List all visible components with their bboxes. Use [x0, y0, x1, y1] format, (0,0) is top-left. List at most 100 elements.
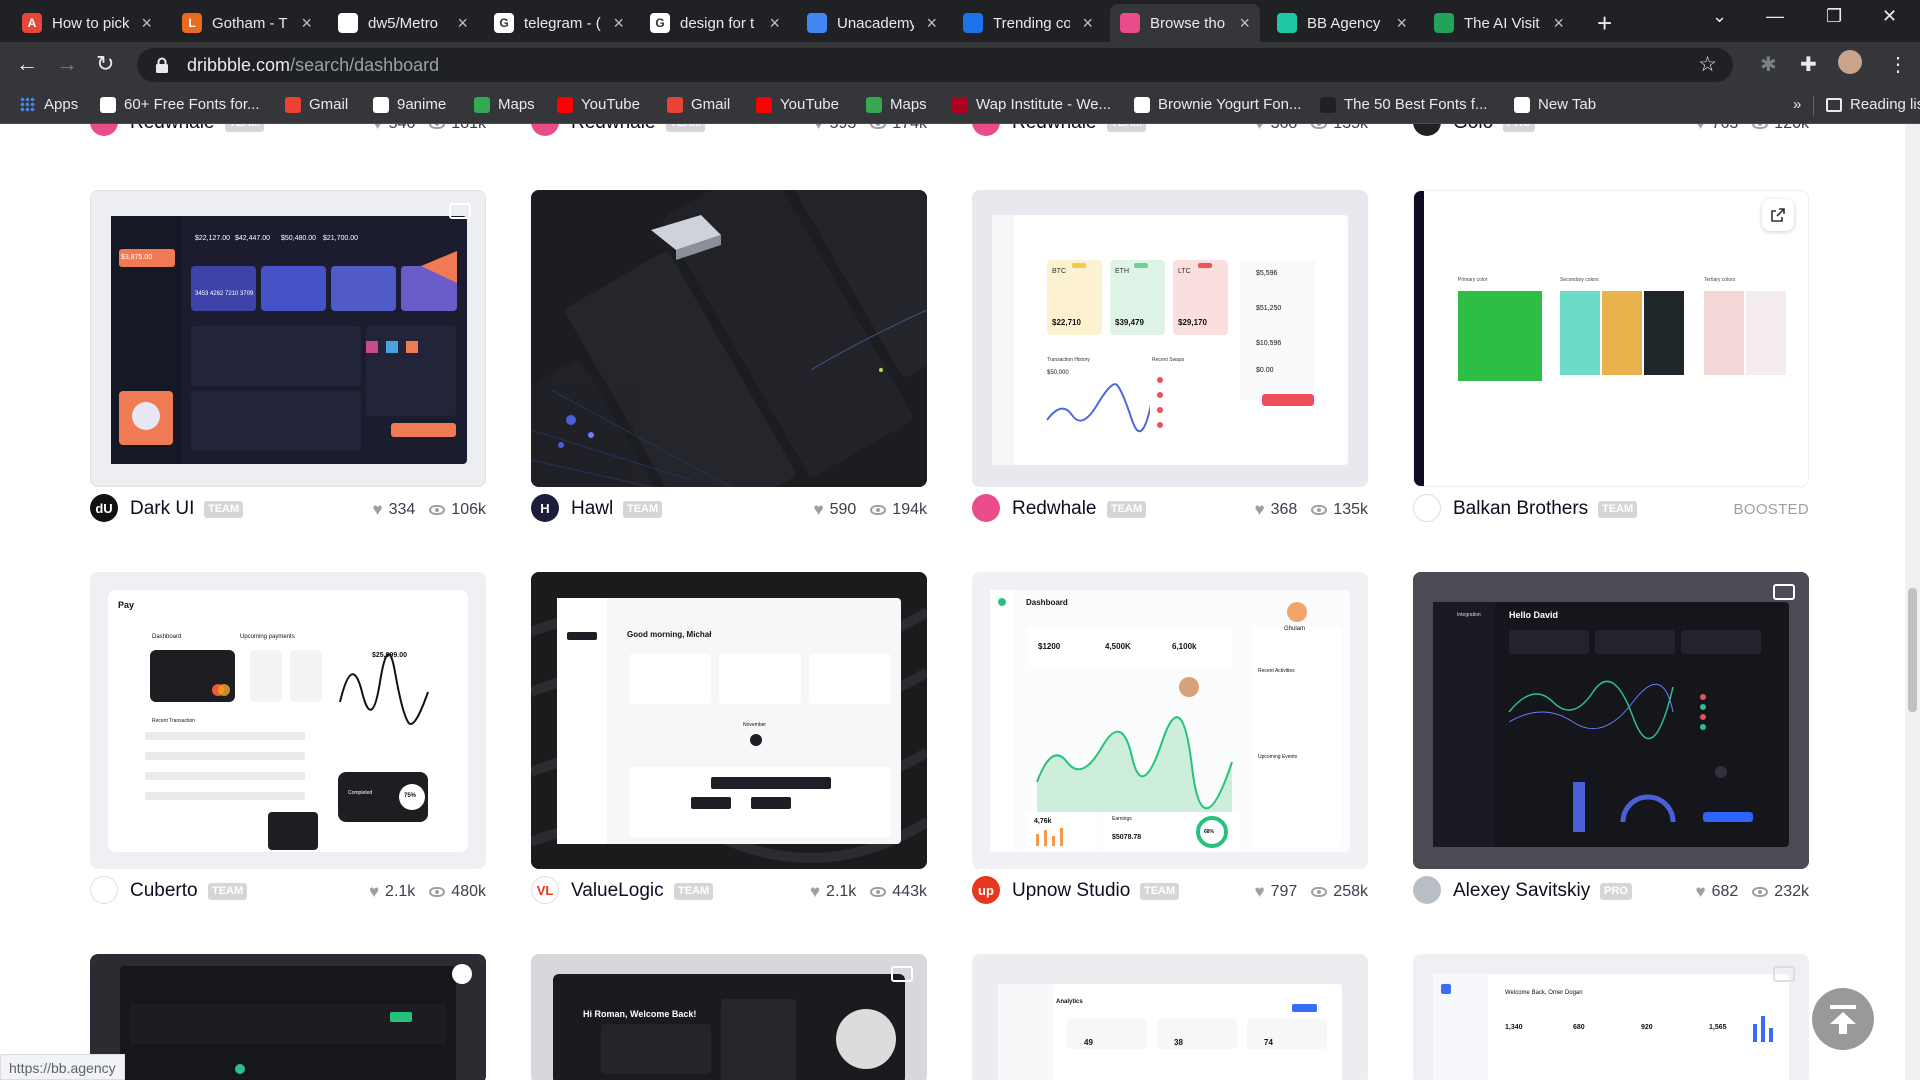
tab-search-chevron-icon[interactable]: ⌄: [1712, 6, 1727, 27]
author-avatar[interactable]: H: [531, 494, 559, 522]
author-avatar[interactable]: VL: [531, 876, 559, 904]
browser-tab[interactable]: Gdesign for t ×: [640, 4, 790, 42]
heart-icon[interactable]: ♥: [369, 882, 379, 902]
author-avatar[interactable]: [90, 876, 118, 904]
profile-avatar[interactable]: [1838, 50, 1862, 74]
author-name[interactable]: Hawl: [571, 498, 613, 520]
bookmark-star-icon[interactable]: ☆: [1698, 52, 1717, 77]
author-avatar[interactable]: [972, 494, 1000, 522]
page-scrollbar[interactable]: [1905, 124, 1920, 1080]
author-avatar[interactable]: [90, 124, 118, 136]
heart-icon[interactable]: ♥: [1696, 124, 1706, 134]
heart-icon[interactable]: ♥: [1255, 500, 1265, 520]
tab-close-icon[interactable]: ×: [457, 13, 468, 34]
browser-tab[interactable]: The AI Visit ×: [1424, 4, 1574, 42]
author-avatar[interactable]: up: [972, 876, 1000, 904]
browser-tab[interactable]: L Gotham - T ×: [172, 4, 322, 42]
reload-icon[interactable]: ↻: [96, 51, 114, 77]
shot-thumbnail-cuberto[interactable]: Pay Dashboard Upcoming payments $25,999.…: [90, 572, 486, 869]
external-link-icon[interactable]: [1762, 199, 1794, 231]
bookmark-item[interactable]: New Tab: [1514, 96, 1596, 113]
tab-close-icon[interactable]: ×: [141, 13, 152, 34]
shot-thumbnail-redwhale[interactable]: BTC ETH LTC $22,710 $39,479 $29,170 Tran…: [972, 190, 1368, 487]
forward-arrow-icon[interactable]: →: [56, 51, 78, 77]
author-name[interactable]: Dark UI: [130, 498, 194, 520]
browser-tab[interactable]: Browse tho ×: [1110, 4, 1260, 42]
more-bookmarks-button[interactable]: »: [1793, 96, 1801, 113]
tab-close-icon[interactable]: ×: [301, 13, 312, 34]
author-avatar[interactable]: [1413, 876, 1441, 904]
tab-close-icon[interactable]: ×: [613, 13, 624, 34]
bookmark-item[interactable]: YouTube: [756, 96, 839, 113]
heart-icon[interactable]: ♥: [1696, 882, 1706, 902]
bookmark-item[interactable]: The 50 Best Fonts f...: [1320, 96, 1487, 113]
minimize-window-icon[interactable]: —: [1766, 6, 1784, 27]
back-arrow-icon[interactable]: ←: [16, 51, 38, 77]
browser-tab[interactable]: Unacademy ×: [797, 4, 947, 42]
shot-thumbnail-row3-2[interactable]: Hi Roman, Welcome Back!: [531, 954, 927, 1080]
tab-close-icon[interactable]: ×: [1553, 13, 1564, 34]
browser-tab[interactable]: A How to pick ×: [12, 4, 162, 42]
address-bar[interactable]: dribbble.com/search/dashboard ☆: [137, 48, 1733, 82]
author-name[interactable]: Golo: [1453, 124, 1493, 134]
menu-kebab-icon[interactable]: ⋮: [1888, 52, 1908, 77]
author-name[interactable]: Cuberto: [130, 880, 198, 902]
back-to-top-button[interactable]: [1812, 988, 1874, 1050]
shot-thumbnail-row3-1[interactable]: [90, 954, 486, 1080]
heart-icon[interactable]: ♥: [1255, 882, 1265, 902]
new-tab-plus-icon[interactable]: +: [1597, 8, 1612, 39]
author-avatar[interactable]: [1413, 494, 1441, 522]
author-name[interactable]: Alexey Savitskiy: [1453, 880, 1590, 902]
close-window-icon[interactable]: ✕: [1882, 6, 1897, 27]
extensions-puzzle-icon[interactable]: ✚: [1800, 52, 1817, 77]
bookmark-item[interactable]: Wap Institute - We...: [952, 96, 1111, 113]
heart-icon[interactable]: ♥: [814, 124, 824, 134]
browser-tab[interactable]: BB Agency ×: [1267, 4, 1417, 42]
bookmark-item[interactable]: 9anime: [373, 96, 446, 113]
author-avatar[interactable]: [1413, 124, 1441, 136]
heart-icon[interactable]: ♥: [810, 882, 820, 902]
bookmark-item[interactable]: Maps: [474, 96, 535, 113]
heart-icon[interactable]: ♥: [373, 124, 383, 134]
tab-close-icon[interactable]: ×: [769, 13, 780, 34]
browser-tab[interactable]: dw5/Metro ×: [328, 4, 478, 42]
shot-thumbnail-dark-ui[interactable]: $22,127.00 $42,447.00 $50,480.00 $21,700…: [90, 190, 486, 487]
author-avatar[interactable]: [531, 124, 559, 136]
browser-tab[interactable]: Gtelegram - (×: [484, 4, 634, 42]
shot-thumbnail-upnow[interactable]: Dashboard $1200 4,500K 6,100k 4,76k Earn…: [972, 572, 1368, 869]
author-avatar[interactable]: [972, 124, 1000, 136]
heart-icon[interactable]: ♥: [1255, 124, 1265, 134]
browser-tab[interactable]: Trending co ×: [953, 4, 1103, 42]
bookmark-item[interactable]: Gmail: [667, 96, 730, 113]
bookmark-item[interactable]: Gmail: [285, 96, 348, 113]
heart-icon[interactable]: ♥: [814, 500, 824, 520]
extension-icon[interactable]: ✱: [1760, 52, 1777, 77]
bookmark-item[interactable]: Brownie Yogurt Fon...: [1134, 96, 1301, 113]
bookmark-item[interactable]: Apps: [20, 96, 78, 113]
bookmark-item[interactable]: 60+ Free Fonts for...: [100, 96, 259, 113]
reading-list-button[interactable]: Reading list: [1826, 96, 1920, 113]
shot-thumbnail-hawl[interactable]: [531, 190, 927, 487]
author-name[interactable]: Redwhale: [571, 124, 656, 134]
shot-thumbnail-valuelogic[interactable]: Good morning, Michał November: [531, 572, 927, 869]
author-avatar[interactable]: dU: [90, 494, 118, 522]
scroll-thumb[interactable]: [1908, 588, 1917, 712]
author-name[interactable]: Balkan Brothers: [1453, 498, 1588, 520]
shot-thumbnail-alexey[interactable]: Integration Hello David: [1413, 572, 1809, 869]
heart-icon[interactable]: ♥: [373, 500, 383, 520]
maximize-window-icon[interactable]: ❐: [1826, 6, 1842, 27]
shot-thumbnail-balkan-brothers[interactable]: Primary color Secondary colors Tertiary …: [1413, 190, 1809, 487]
shot-thumbnail-row3-3[interactable]: Analytics 49 38 74: [972, 954, 1368, 1080]
author-name[interactable]: Upnow Studio: [1012, 880, 1130, 902]
tab-close-icon[interactable]: ×: [1396, 13, 1407, 34]
bookmark-item[interactable]: Maps: [866, 96, 927, 113]
author-name[interactable]: Redwhale: [1012, 124, 1097, 134]
author-name[interactable]: Redwhale: [1012, 498, 1097, 520]
author-name[interactable]: Redwhale: [130, 124, 215, 134]
shot-thumbnail-row3-4[interactable]: Welcome Back, Omer Dogan 1,340 680 920 1…: [1413, 954, 1809, 1080]
tab-close-icon[interactable]: ×: [926, 13, 937, 34]
tab-close-icon[interactable]: ×: [1239, 13, 1250, 34]
bookmark-item[interactable]: YouTube: [557, 96, 640, 113]
author-name[interactable]: ValueLogic: [571, 880, 664, 902]
tab-close-icon[interactable]: ×: [1082, 13, 1093, 34]
